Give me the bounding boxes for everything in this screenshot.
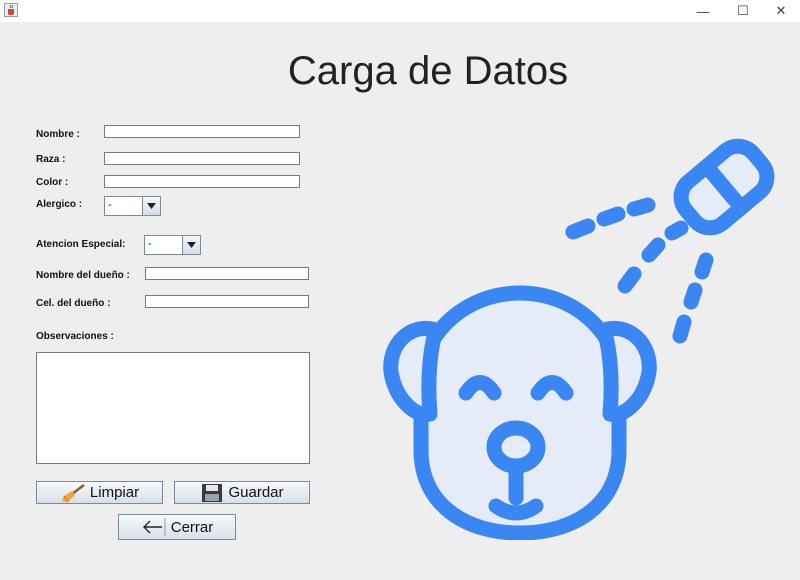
cel-dueno-label: Cel. del dueño : [36, 298, 111, 309]
nombre-label: Nombre : [36, 129, 80, 140]
nombre-dueno-input[interactable] [145, 267, 309, 280]
raza-input[interactable] [104, 152, 300, 165]
limpiar-label: Limpiar [89, 484, 140, 501]
raza-label: Raza : [36, 154, 66, 165]
chevron-down-icon[interactable] [182, 236, 200, 254]
nombre-dueno-label: Nombre del dueño : [36, 270, 130, 281]
page-title: Carga de Datos [287, 49, 569, 93]
cel-dueno-input[interactable] [145, 295, 309, 308]
atencion-especial-label: Atencion Especial: [36, 239, 126, 250]
observaciones-textarea[interactable] [36, 352, 310, 464]
floppy-disk-icon [200, 483, 224, 503]
maximize-button[interactable]: ☐ [724, 0, 762, 22]
java-cup-icon [4, 3, 18, 17]
minimize-button[interactable]: — [684, 0, 722, 22]
alergico-label: Alergico : [36, 199, 83, 210]
nombre-input[interactable] [104, 125, 300, 138]
window-titlebar: — ☐ ✕ [0, 0, 800, 22]
color-input[interactable] [104, 175, 300, 188]
guardar-label: Guardar [228, 484, 284, 501]
limpiar-button[interactable]: Limpiar [36, 481, 163, 504]
alergico-select[interactable]: - [104, 196, 161, 216]
close-window-button[interactable]: ✕ [762, 0, 800, 22]
alergico-value: - [108, 199, 112, 211]
guardar-button[interactable]: Guardar [174, 481, 310, 504]
chevron-down-icon[interactable] [142, 197, 160, 215]
atencion-especial-value: - [148, 238, 152, 250]
dog-shower-icon [383, 138, 775, 540]
atencion-especial-select[interactable]: - [144, 235, 201, 255]
cerrar-label: Cerrar [170, 518, 214, 536]
cerrar-button[interactable]: Cerrar [118, 514, 236, 540]
observaciones-label: Observaciones : [36, 331, 114, 342]
arrow-left-icon [141, 517, 167, 537]
color-label: Color : [36, 177, 69, 188]
broom-icon [60, 483, 86, 503]
